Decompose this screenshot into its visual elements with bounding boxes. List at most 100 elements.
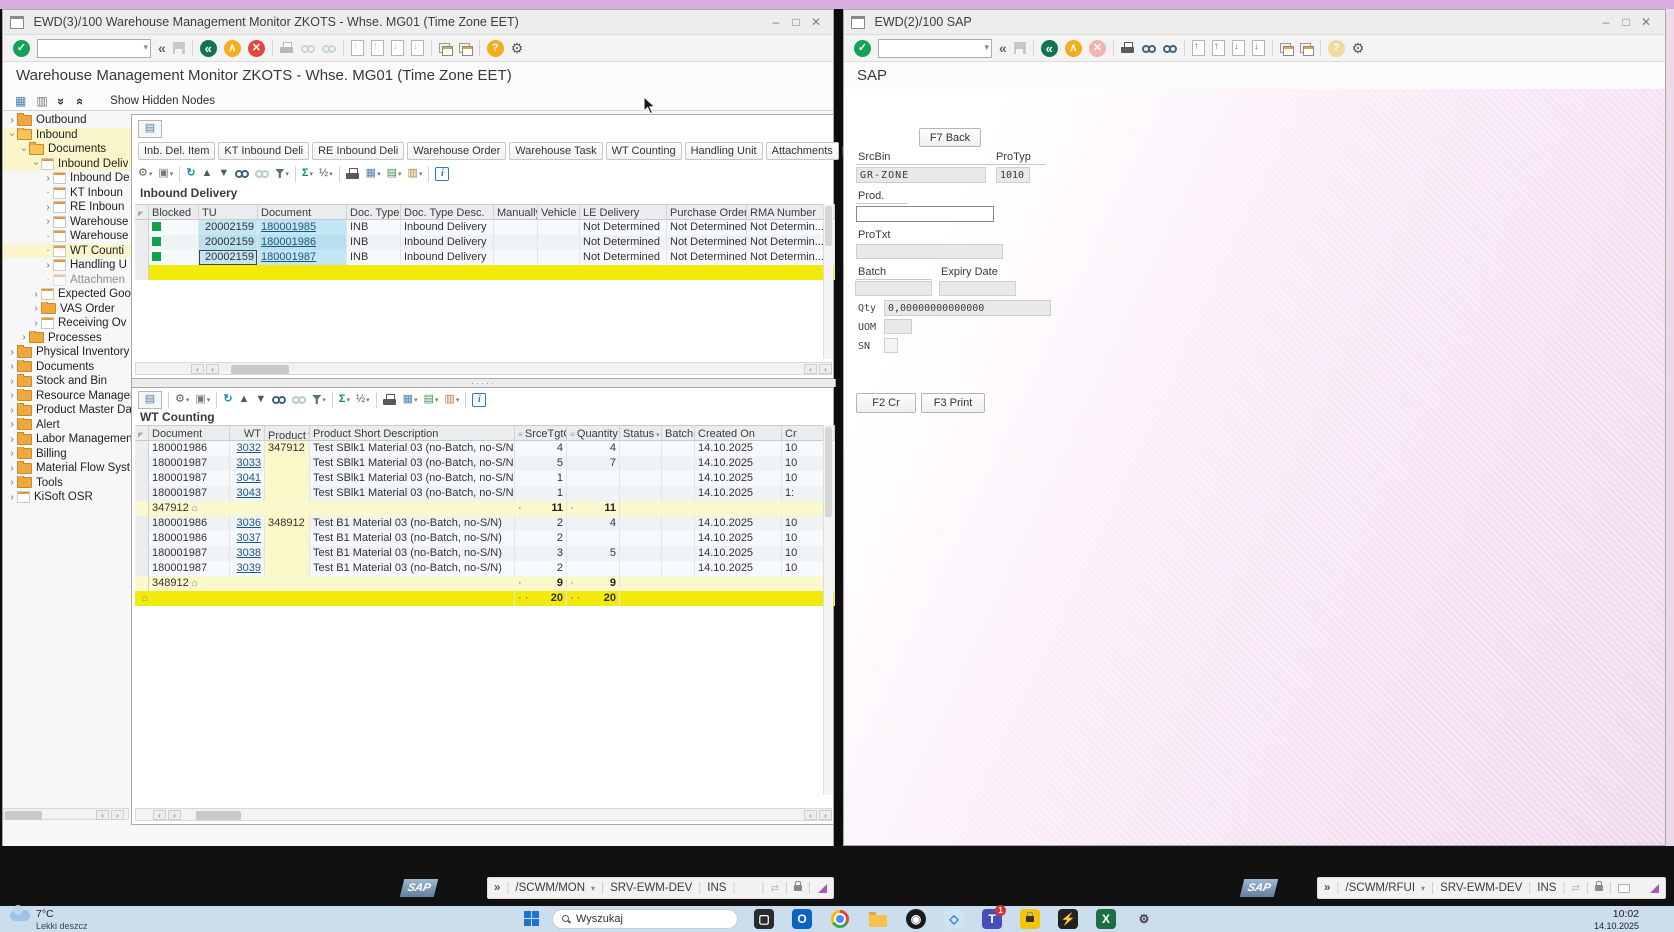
- tree-item-kt-inboun[interactable]: ·KT Inboun: [3, 186, 131, 201]
- chevron-down-icon[interactable]: ▾: [207, 396, 211, 404]
- lower-scroll-thumb[interactable]: [196, 811, 241, 820]
- srcbin-field[interactable]: [856, 167, 986, 183]
- start-button[interactable]: [524, 911, 540, 927]
- tab-re-inbound-deli[interactable]: RE Inbound Deli: [312, 142, 404, 160]
- tree-item-expected-goo[interactable]: ›Expected Goo: [3, 287, 131, 302]
- wt-link[interactable]: 3037: [237, 532, 261, 544]
- tree-item-labor-managemen[interactable]: ›Labor Managemen: [3, 432, 131, 447]
- tree-item-kisoft-osr[interactable]: ›KiSoft OSR: [3, 490, 131, 505]
- column-header-document[interactable]: Document: [149, 425, 230, 441]
- filter-icon[interactable]: ▾: [312, 395, 326, 404]
- expander-icon[interactable]: ›: [7, 347, 17, 358]
- find-next-icon[interactable]: [1163, 44, 1177, 53]
- row-selector[interactable]: [135, 235, 149, 250]
- prev-page-icon[interactable]: ↑: [1212, 40, 1225, 56]
- tree-item-warehouse[interactable]: ›Warehouse: [3, 215, 131, 230]
- generate-shortcut-icon[interactable]: [1300, 43, 1313, 54]
- column-header-rma-number[interactable]: RMA Number: [747, 204, 835, 220]
- collapse-all-icon[interactable]: »: [54, 97, 69, 104]
- chevron-down-icon[interactable]: ▾: [143, 42, 148, 53]
- upper-vertical-scrollbar[interactable]: [823, 204, 833, 359]
- first-page-icon[interactable]: ↑: [351, 40, 364, 56]
- upper-vscroll-thumb[interactable]: [825, 206, 832, 246]
- print-icon[interactable]: [1121, 42, 1135, 54]
- row-selector[interactable]: [135, 531, 149, 546]
- expand-all-icon[interactable]: »: [71, 97, 86, 104]
- tab-wt-counting[interactable]: WT Counting: [606, 142, 682, 160]
- find-next-icon[interactable]: [255, 169, 269, 178]
- enter-icon[interactable]: ✓: [13, 40, 30, 57]
- row-selector[interactable]: [135, 250, 149, 265]
- chevron-down-icon[interactable]: ▾: [309, 170, 313, 178]
- tree-item-inbound-deliv[interactable]: ›Inbound Deliv: [3, 157, 131, 172]
- expander-icon[interactable]: ›: [7, 477, 17, 488]
- expander-icon[interactable]: ›: [7, 376, 17, 387]
- response-time-icon[interactable]: ⇄: [770, 883, 778, 894]
- variant-icon[interactable]: ▣▾: [158, 168, 173, 179]
- uom-field[interactable]: [884, 319, 912, 334]
- f3-print-button[interactable]: F3 Print: [921, 393, 985, 413]
- tree-item-warehouse[interactable]: ·Warehouse: [3, 229, 131, 244]
- taskbar-icon-excel[interactable]: X: [1096, 909, 1116, 929]
- lower-scroll-left2-icon[interactable]: ‹: [804, 810, 817, 820]
- save-icon[interactable]: [173, 42, 185, 54]
- chevron-down-icon[interactable]: ▾: [186, 396, 190, 404]
- expander-icon[interactable]: ›: [7, 361, 17, 372]
- select-all-header[interactable]: ◤: [135, 425, 149, 441]
- tree-item-stock-and-bin[interactable]: ›Stock and Bin: [3, 374, 131, 389]
- expander-icon[interactable]: ›: [31, 318, 41, 329]
- close-button[interactable]: ✕: [1639, 15, 1653, 29]
- sn-field[interactable]: [884, 338, 898, 353]
- taskbar-icon-teams[interactable]: T1: [982, 909, 1002, 929]
- chevron-down-icon[interactable]: ▾: [456, 396, 460, 404]
- minimize-button[interactable]: –: [1599, 15, 1613, 29]
- tree-item-alert[interactable]: ›Alert: [3, 418, 131, 433]
- back-icon[interactable]: «: [200, 40, 217, 57]
- close-button[interactable]: ✕: [809, 15, 823, 29]
- upper-scroll-left2-icon[interactable]: ‹: [804, 364, 817, 374]
- expander-icon[interactable]: ›: [19, 332, 29, 343]
- tree-scroll-right-icon[interactable]: ›: [111, 810, 124, 820]
- column-header-product[interactable]: Product •: [265, 425, 310, 441]
- response-time-icon[interactable]: ⇄: [1571, 883, 1579, 894]
- chevron-down-icon[interactable]: ▾: [591, 884, 595, 893]
- resize-grip[interactable]: [1650, 884, 1659, 893]
- lower-scroll-left-icon[interactable]: ‹: [153, 810, 166, 820]
- row-selector[interactable]: [135, 486, 149, 501]
- upper-horizontal-scrollbar[interactable]: ‹ › ‹ ›: [135, 362, 832, 375]
- resize-grip[interactable]: [818, 884, 827, 893]
- column-header-doc-type[interactable]: Doc. Type: [347, 204, 401, 220]
- column-header-quantity[interactable]: ≡ Quantity: [567, 425, 620, 441]
- tree-item-material-flow-syst[interactable]: ›Material Flow Syst: [3, 461, 131, 476]
- expander-icon[interactable]: ›: [19, 144, 30, 154]
- tab-kt-inbound-deli[interactable]: KT Inbound Deli: [218, 142, 309, 160]
- expander-icon[interactable]: ›: [7, 434, 17, 445]
- find-icon[interactable]: [1142, 44, 1156, 53]
- chevron-down-icon[interactable]: ▾: [149, 170, 153, 178]
- lower-horizontal-scrollbar[interactable]: ‹ › ‹ ›: [135, 808, 832, 821]
- row-selector[interactable]: [135, 516, 149, 531]
- wt-link[interactable]: 3038: [237, 547, 261, 559]
- search-box[interactable]: Wyszukaj: [552, 909, 738, 929]
- tree-item-resource-manager[interactable]: ›Resource Manager: [3, 389, 131, 404]
- transaction-field[interactable]: /SCWM/RFUI: [1345, 882, 1415, 894]
- protyp-field[interactable]: [996, 167, 1030, 183]
- f2-cr-button[interactable]: F2 Cr: [856, 393, 916, 413]
- column-header-wt[interactable]: WT: [230, 425, 265, 441]
- sum-icon[interactable]: Σ▾: [302, 168, 313, 179]
- panel-splitter[interactable]: ·····: [131, 379, 836, 387]
- expander-icon[interactable]: ›: [31, 289, 41, 300]
- wt-link[interactable]: 3039: [237, 562, 261, 574]
- tree-scrollbar-thumb[interactable]: [5, 811, 42, 820]
- find-icon[interactable]: [235, 169, 249, 178]
- tree-item-receiving-ov[interactable]: ›Receiving Ov: [3, 316, 131, 331]
- lower-scroll-right2-icon[interactable]: ›: [819, 810, 832, 820]
- expander-icon[interactable]: ›: [7, 130, 18, 140]
- row-selector[interactable]: [135, 456, 149, 471]
- help-icon[interactable]: ?: [487, 40, 504, 57]
- filter-icon[interactable]: ▾: [275, 169, 289, 178]
- transaction-field[interactable]: /SCWM/MON: [515, 882, 585, 894]
- back-icon[interactable]: «: [1041, 40, 1058, 57]
- tree-item-outbound[interactable]: ›Outbound: [3, 113, 131, 128]
- tree-item-handling-u[interactable]: ›Handling U: [3, 258, 131, 273]
